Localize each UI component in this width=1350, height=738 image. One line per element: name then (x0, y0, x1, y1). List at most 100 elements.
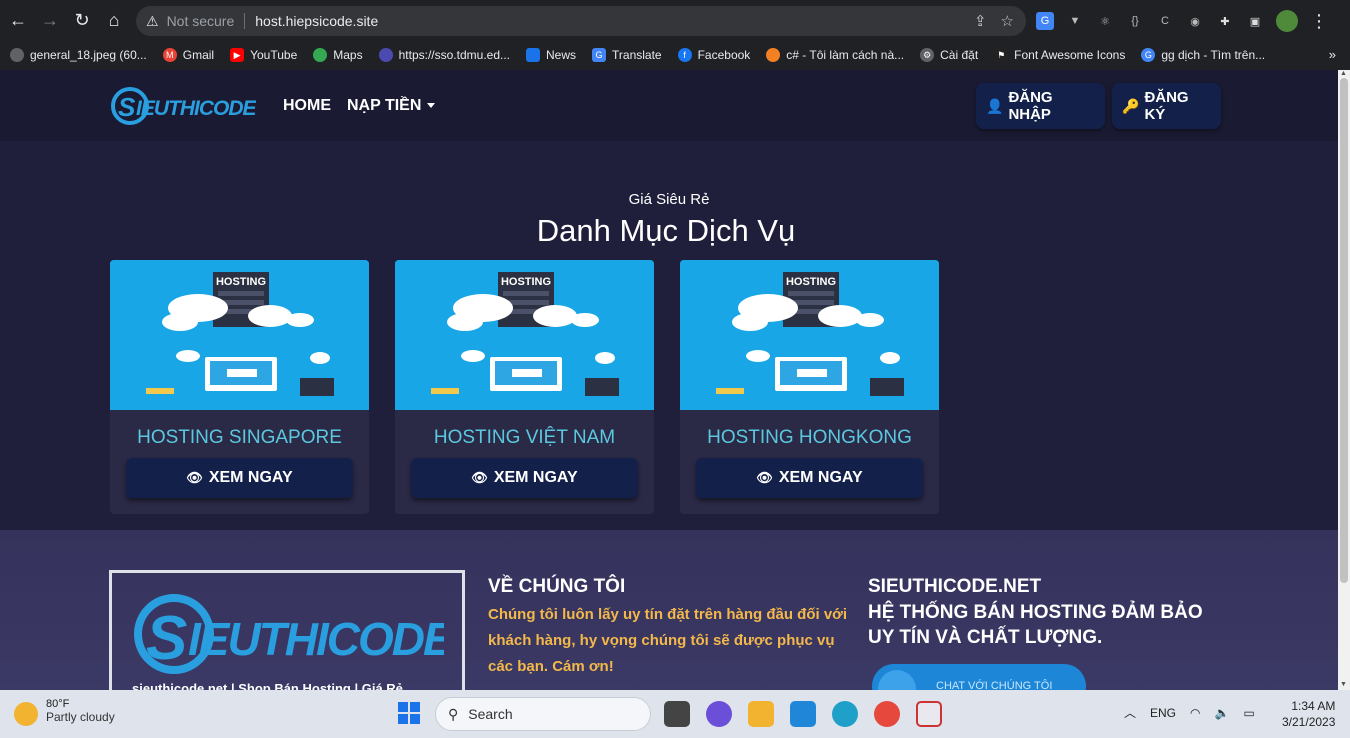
view-now-button[interactable]: 👁 XEM NGAY (411, 458, 638, 498)
chat-with-us-button[interactable]: CHAT VỚI CHÚNG TÔI (872, 664, 1086, 690)
service-card: HOSTING HOSTING SINGAPORE 👁 XEM NGAY (110, 260, 369, 514)
record-extension-icon[interactable]: ◉ (1186, 12, 1204, 30)
sieuthicode-logo[interactable]: S IEUTHICODE (110, 86, 256, 126)
svg-text:S: S (118, 92, 136, 122)
chevron-up-icon[interactable]: ︿ (1124, 704, 1136, 721)
puzzle-icon[interactable]: ✚ (1216, 12, 1234, 30)
bookmark-item[interactable]: ⚙ Cài đặt (920, 48, 978, 62)
chrome-icon[interactable] (874, 701, 900, 727)
svg-text:IEUTHICODE: IEUTHICODE (136, 97, 256, 120)
scroll-down-icon[interactable]: ▼ (1340, 681, 1347, 688)
nav-home[interactable]: HOME (283, 97, 331, 115)
nav-deposit-dropdown[interactable]: NẠP TIỀN (347, 97, 436, 115)
menu-kebab-icon[interactable]: ⋮ (1310, 11, 1328, 32)
language-indicator[interactable]: ENG (1150, 706, 1176, 720)
bookmark-star-icon[interactable]: ☆ (1001, 12, 1014, 30)
user-icon: 👤 (986, 97, 1004, 114)
json-extension-icon[interactable]: {} (1126, 12, 1144, 30)
tdmu-icon (378, 48, 393, 62)
card-image-label: HOSTING (501, 276, 551, 288)
forward-icon[interactable]: → (36, 6, 64, 34)
omnibox-divider (244, 13, 246, 29)
snipping-tool-icon[interactable] (916, 701, 942, 727)
system-tray: ︿ ENG ◠ 🔈 ▭ (1124, 704, 1255, 721)
bookmarks-bar: general_18.jpeg (60... M Gmail ▶ YouTube M… (0, 40, 1350, 70)
section-title: Danh Mục Dịch Vụ (536, 213, 796, 248)
bookmark-icon (10, 48, 24, 62)
site-navbar: S IEUTHICODE HOME NẠP TIỀN 👤 ĐĂNG NHẬP 🔑… (0, 70, 1338, 141)
start-tile (410, 702, 420, 712)
chat-app-icon[interactable] (706, 701, 732, 727)
hosting-illustration[interactable]: HOSTING (110, 260, 369, 410)
react-extension-icon[interactable]: ⚛ (1096, 12, 1114, 30)
bookmarks-overflow-icon[interactable]: » (1329, 47, 1336, 62)
footer-logo-box: S IEUTHICODE sieuthicode.net | Shop Bán … (109, 570, 465, 690)
home-icon[interactable]: ⌂ (100, 6, 128, 34)
gmail-icon: M (162, 48, 177, 62)
youtube-icon: ▶ (230, 48, 245, 62)
address-bar[interactable]: ⚠ Not secure host.hiepsicode.site ⇪ ☆ (136, 6, 1026, 36)
sidepanel-icon[interactable]: ▣ (1246, 12, 1264, 30)
bookmark-item[interactable]: f Facebook (677, 48, 750, 62)
site-footer: S IEUTHICODE sieuthicode.net | Shop Bán … (0, 530, 1338, 690)
bookmark-item[interactable]: Maps (313, 48, 363, 62)
bookmark-item[interactable]: ⚑ Font Awesome Icons (994, 48, 1125, 62)
share-icon[interactable]: ⇪ (974, 12, 987, 30)
eye-icon: 👁 (471, 470, 488, 485)
bookmark-item[interactable]: general_18.jpeg (60... (10, 48, 147, 62)
google-icon: G (1141, 48, 1156, 62)
task-view-icon[interactable] (664, 701, 690, 727)
battery-icon[interactable]: ▭ (1243, 706, 1254, 720)
clock-date: 3/21/2023 (1282, 715, 1336, 729)
key-icon: 🔑 (1122, 97, 1140, 114)
vue-extension-icon[interactable]: ▼ (1066, 12, 1084, 30)
volume-icon[interactable]: 🔈 (1215, 706, 1230, 720)
url-text[interactable]: host.hiepsicode.site (255, 13, 378, 29)
weather-widget[interactable]: 80°F Partly cloudy (14, 698, 115, 726)
register-button[interactable]: 🔑 ĐĂNG KÝ (1112, 83, 1221, 129)
translate-extension-icon[interactable]: G (1036, 12, 1054, 30)
card-title: HOSTING VIỆT NAM (433, 427, 616, 448)
browser-toolbar: ← → ↻ ⌂ ⚠ Not secure host.hiepsicode.sit… (0, 0, 1350, 40)
weather-temperature: 80°F (46, 698, 70, 710)
card-image-label: HOSTING (216, 276, 266, 288)
hosting-illustration[interactable]: HOSTING (395, 260, 654, 410)
card-title: HOSTING HONGKONG (707, 427, 912, 448)
file-explorer-icon[interactable] (748, 701, 774, 727)
bookmark-item[interactable]: M Gmail (162, 48, 214, 62)
about-title: VỀ CHÚNG TÔI (488, 576, 626, 597)
bookmark-item[interactable]: https://sso.tdmu.ed... (378, 48, 510, 62)
color-extension-icon[interactable]: C (1156, 12, 1174, 30)
search-placeholder: Search (468, 706, 513, 722)
back-icon[interactable]: ← (4, 6, 32, 34)
page-scrollbar[interactable]: ▲ ▼ (1338, 70, 1350, 690)
footer-logo: S IEUTHICODE (134, 594, 444, 674)
wifi-icon[interactable]: ◠ (1190, 706, 1200, 720)
login-button[interactable]: 👤 ĐĂNG NHẬP (976, 83, 1105, 129)
about-text: Chúng tôi luôn lấy uy tín đặt trên hàng … (488, 606, 847, 675)
bookmark-item[interactable]: G Translate (592, 48, 662, 62)
login-label: ĐĂNG NHẬP (1008, 89, 1053, 123)
hosting-illustration[interactable]: HOSTING (680, 260, 939, 410)
eye-icon: 👁 (186, 470, 203, 485)
webpage: S IEUTHICODE HOME NẠP TIỀN 👤 ĐĂNG NHẬP 🔑… (0, 70, 1338, 690)
view-now-button[interactable]: 👁 XEM NGAY (126, 458, 353, 498)
view-now-button[interactable]: 👁 XEM NGAY (696, 458, 923, 498)
edge-icon[interactable] (832, 701, 858, 727)
vscode-icon[interactable] (790, 701, 816, 727)
reload-icon[interactable]: ↻ (68, 6, 96, 34)
profile-avatar[interactable] (1276, 10, 1298, 32)
taskbar-search[interactable]: ⚲ Search (435, 697, 651, 731)
bookmark-item[interactable]: c# - Tôi làm cách nà... (766, 48, 904, 62)
bookmark-item[interactable]: ▶ YouTube (230, 48, 297, 62)
start-button[interactable] (398, 702, 420, 724)
windows-taskbar: 80°F Partly cloudy ⚲ Search ︿ ENG ◠ 🔈 ▭ … (0, 690, 1350, 738)
clock-time: 1:34 AM (1291, 699, 1336, 713)
clock[interactable]: 1:34 AM 3/21/2023 (1282, 698, 1335, 730)
chat-label: CHAT VỚI CHÚNG TÔI (936, 680, 1053, 690)
scroll-up-icon[interactable]: ▲ (1340, 70, 1347, 77)
bookmark-item[interactable]: Ggg dịch - Tìm trên... (1141, 48, 1265, 62)
security-label: Not secure (166, 13, 235, 29)
scrollbar-thumb[interactable] (1340, 78, 1348, 583)
bookmark-item[interactable]: News (526, 48, 576, 62)
